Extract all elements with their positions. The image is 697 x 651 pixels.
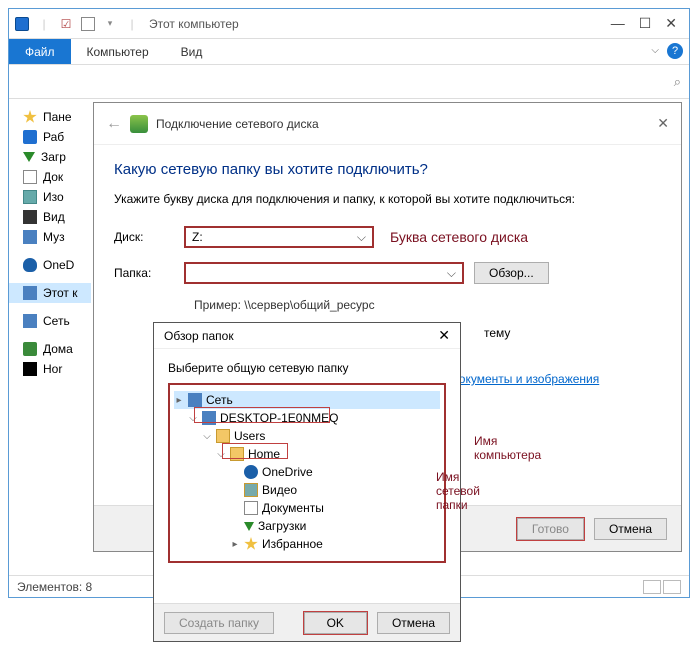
network-drive-icon <box>130 115 148 133</box>
window-title: Этот компьютер <box>149 17 239 31</box>
done-button[interactable]: Готово <box>517 518 584 540</box>
browse-footer: Создать папку OK Отмена <box>154 603 460 641</box>
sidebar-item-onedrive[interactable]: OneD <box>23 255 91 275</box>
view-large-icon[interactable] <box>663 580 681 594</box>
folder-annotation: Имя сетевой папки <box>436 470 480 512</box>
sidebar-item-music[interactable]: Муз <box>23 227 91 247</box>
tree-documents[interactable]: Документы <box>174 499 440 517</box>
properties-icon[interactable]: ☑ <box>57 15 75 33</box>
wizard-subheading: Укажите букву диска для подключения и па… <box>114 192 661 206</box>
titlebar: | ☑ ▾ | Этот компьютер — ☐ ✕ <box>9 9 689 39</box>
sidebar-item-thispc[interactable]: Этот к <box>9 283 91 303</box>
wizard-heading: Какую сетевую папку вы хотите подключить… <box>114 161 661 178</box>
browse-button[interactable]: Обзор... <box>474 262 549 284</box>
wizard-close-icon[interactable]: ✕ <box>657 115 669 132</box>
new-folder-button[interactable]: Создать папку <box>164 612 274 634</box>
drive-select[interactable]: Z: <box>184 226 374 248</box>
browse-titlebar: Обзор папок ✕ <box>154 323 460 349</box>
tree-downloads[interactable]: Загрузки <box>174 517 440 535</box>
maximize-button[interactable]: ☐ <box>639 15 652 32</box>
browse-cancel-button[interactable]: Отмена <box>377 612 450 634</box>
sidebar-item-pictures[interactable]: Изо <box>23 187 91 207</box>
close-button[interactable]: ✕ <box>665 15 677 32</box>
tree-network[interactable]: ▸Сеть <box>174 391 440 409</box>
status-text: Элементов: 8 <box>17 580 92 594</box>
tree-computer[interactable]: ⌵DESKTOP-1E0NMEQ <box>174 409 440 427</box>
browse-folder-dialog: Обзор папок ✕ Выберите общую сетевую пап… <box>153 322 461 642</box>
sidebar: Пане Раб Загр Док Изо Вид Муз OneD Этот … <box>9 99 91 575</box>
minimize-button[interactable]: — <box>611 15 625 32</box>
computer-annotation: Имя компьютера <box>474 434 541 462</box>
sidebar-item-network[interactable]: Сеть <box>23 311 91 331</box>
folder-label: Папка: <box>114 266 174 280</box>
wizard-cancel-button[interactable]: Отмена <box>594 518 667 540</box>
sidebar-item-videos[interactable]: Вид <box>23 207 91 227</box>
pc-icon <box>13 15 31 33</box>
view-details-icon[interactable] <box>643 580 661 594</box>
browse-close-icon[interactable]: ✕ <box>438 327 450 344</box>
tree-users[interactable]: ⌵Users <box>174 427 440 445</box>
sidebar-item-documents[interactable]: Док <box>23 167 91 187</box>
qat-sep2: | <box>123 15 141 33</box>
help-icon[interactable]: ? <box>667 43 683 59</box>
drive-annotation: Буква сетевого диска <box>390 229 528 245</box>
tree-favorites[interactable]: ▸Избранное <box>174 535 440 553</box>
sidebar-item-hor[interactable]: Hor <box>23 359 91 379</box>
tree-home[interactable]: ⌵Home <box>174 445 440 463</box>
quick-access-toolbar: | ☑ ▾ | <box>13 15 141 33</box>
tab-view[interactable]: Вид <box>165 39 219 64</box>
tree-video[interactable]: Видео <box>174 481 440 499</box>
sidebar-item-homegroup[interactable]: Дома <box>23 339 91 359</box>
folder-example: Пример: \\сервер\общий_ресурс <box>194 298 661 312</box>
qat-sep: | <box>35 15 53 33</box>
drive-label: Диск: <box>114 230 174 244</box>
ribbon-tabs: Файл Компьютер Вид ⌵ ? <box>9 39 689 65</box>
browse-subtitle: Выберите общую сетевую папку <box>154 349 460 383</box>
folder-input[interactable] <box>184 262 464 284</box>
ok-button[interactable]: OK <box>304 612 367 634</box>
tab-computer[interactable]: Компьютер <box>71 39 165 64</box>
tab-file[interactable]: Файл <box>9 39 71 64</box>
browse-title: Обзор папок <box>164 329 234 343</box>
sidebar-item-quick[interactable]: Пане <box>23 107 91 127</box>
qat-dropdown-icon[interactable]: ▾ <box>101 15 119 33</box>
search-icon[interactable]: ⌕ <box>655 71 681 93</box>
wizard-back-icon[interactable]: ← <box>106 115 122 133</box>
sidebar-item-downloads[interactable]: Загр <box>23 147 91 167</box>
reconnect-partial: тему <box>484 326 661 340</box>
tree-onedrive[interactable]: OneDrive <box>174 463 440 481</box>
wizard-title: Подключение сетевого диска <box>156 117 319 131</box>
ribbon-collapse-icon[interactable]: ⌵ <box>651 45 659 56</box>
wizard-titlebar: ← Подключение сетевого диска ✕ <box>94 103 681 145</box>
folder-tree[interactable]: ▸Сеть ⌵DESKTOP-1E0NMEQ ⌵Users ⌵Home OneD… <box>168 383 446 563</box>
sidebar-item-desktop[interactable]: Раб <box>23 127 91 147</box>
doc-icon[interactable] <box>79 15 97 33</box>
address-bar: ⌕ <box>9 65 689 99</box>
